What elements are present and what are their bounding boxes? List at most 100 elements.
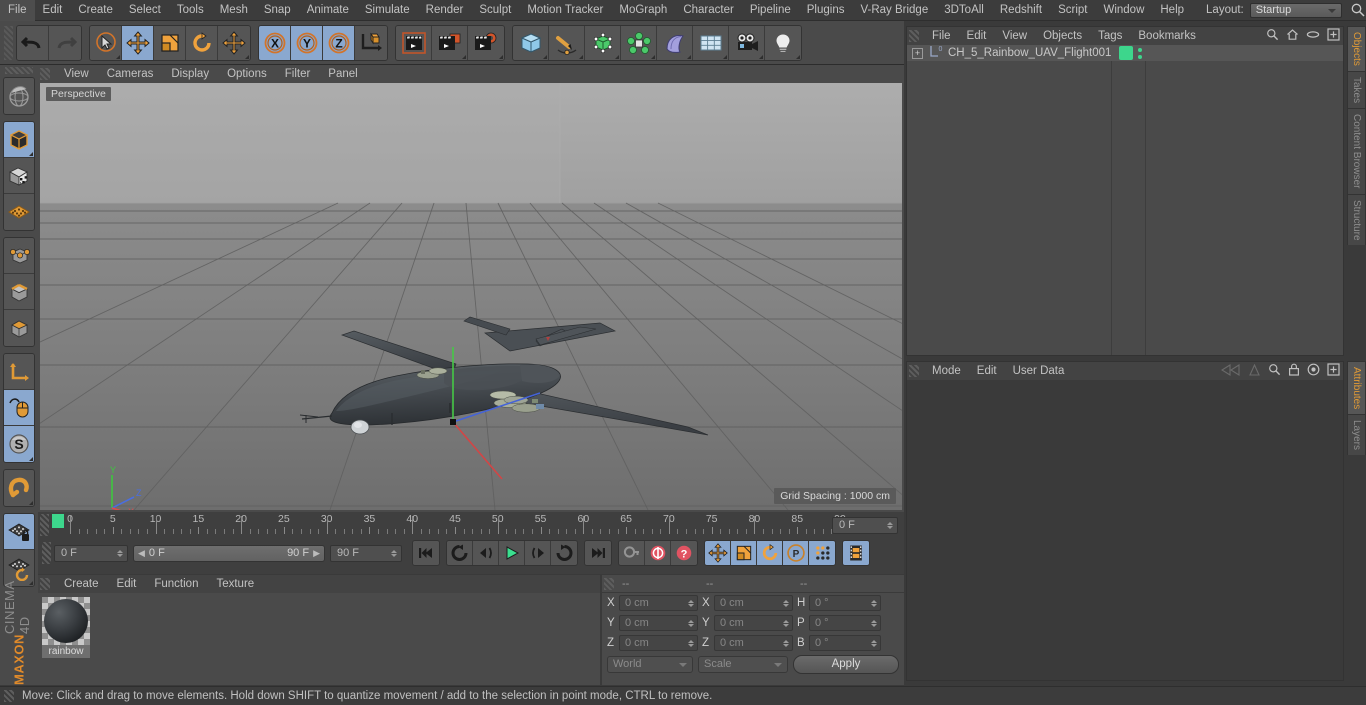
- go-to-next-key-button[interactable]: [551, 541, 577, 565]
- timeline-grip[interactable]: [40, 514, 49, 536]
- position-x-field[interactable]: 0 cm: [619, 595, 698, 611]
- object-manager-menu-item-tags[interactable]: Tags: [1090, 27, 1130, 45]
- side-tab-objects[interactable]: Objects: [1347, 26, 1366, 71]
- enable-axis-modification-button[interactable]: [4, 354, 34, 390]
- material-thumbnail[interactable]: [42, 597, 90, 645]
- step-forward-button[interactable]: [525, 541, 551, 565]
- render-region-button[interactable]: [432, 25, 468, 60]
- object-manager-row[interactable]: + 0 CH_5_Rainbow_UAV_Flight001: [907, 45, 1343, 61]
- menu-item-window[interactable]: Window: [1095, 0, 1152, 21]
- nav-left-icon[interactable]: [1220, 363, 1241, 379]
- viewport-solo-button[interactable]: [4, 390, 34, 426]
- menu-item-simulate[interactable]: Simulate: [357, 0, 418, 21]
- undo-button[interactable]: [17, 25, 49, 60]
- attribute-manager-menu-item-user-data[interactable]: User Data: [1005, 362, 1073, 380]
- go-to-end-button[interactable]: [585, 541, 611, 565]
- stepper-icon[interactable]: [781, 619, 790, 627]
- menu-item-animate[interactable]: Animate: [299, 0, 357, 21]
- record-active-objects-button[interactable]: [645, 541, 671, 565]
- material-menu-item-texture[interactable]: Texture: [207, 575, 263, 593]
- live-selection-tool[interactable]: [90, 25, 122, 60]
- scale-key-button[interactable]: [731, 541, 757, 565]
- tool-options-corner[interactable]: [543, 54, 547, 59]
- viewport-menu-item-view[interactable]: View: [55, 65, 98, 83]
- range-right-arrow-icon[interactable]: ▶: [313, 548, 320, 559]
- object-manager-menu-item-edit[interactable]: Edit: [959, 27, 995, 45]
- target-icon[interactable]: [1307, 363, 1320, 379]
- stepper-icon[interactable]: [781, 639, 790, 647]
- tool-options-corner[interactable]: [759, 54, 763, 59]
- menu-item-mograph[interactable]: MoGraph: [611, 0, 675, 21]
- object-manager-grip[interactable]: [909, 30, 919, 42]
- add-light-button[interactable]: [765, 25, 801, 60]
- stepper-icon[interactable]: [686, 639, 695, 647]
- side-tab-layers[interactable]: Layers: [1347, 414, 1366, 456]
- search-icon[interactable]: [1266, 28, 1279, 44]
- object-tag-badge[interactable]: [1119, 46, 1134, 60]
- tool-options-corner[interactable]: [579, 54, 583, 59]
- stepper-icon[interactable]: [869, 619, 878, 627]
- rotation-key-button[interactable]: [757, 541, 783, 565]
- tool-options-corner[interactable]: [651, 54, 655, 59]
- rotation-p-field[interactable]: 0 °: [809, 615, 881, 631]
- rotation-h-field[interactable]: 0 °: [809, 595, 881, 611]
- render-settings-button[interactable]: [468, 25, 504, 60]
- z-axis-lock[interactable]: Z: [323, 25, 355, 60]
- add-generator-button[interactable]: [585, 25, 621, 60]
- left-toolbar-grip[interactable]: [5, 67, 33, 74]
- tool-options-corner[interactable]: [116, 54, 120, 59]
- redo-button[interactable]: [49, 25, 81, 60]
- tool-options-corner[interactable]: [29, 501, 33, 505]
- stepper-icon[interactable]: [686, 599, 695, 607]
- expand-toggle-icon[interactable]: +: [912, 47, 923, 59]
- menu-item-character[interactable]: Character: [675, 0, 742, 21]
- menu-item-file[interactable]: File: [0, 0, 35, 21]
- size-x-field[interactable]: 0 cm: [714, 595, 793, 611]
- lock-workplane-button[interactable]: [4, 514, 34, 550]
- material-menu-item-function[interactable]: Function: [145, 575, 207, 593]
- interactive-render-region-button[interactable]: [4, 78, 34, 114]
- timeline-controls-grip[interactable]: [42, 542, 51, 564]
- status-bar-grip[interactable]: [4, 690, 14, 702]
- stepper-icon[interactable]: [869, 599, 878, 607]
- tool-options-corner[interactable]: [29, 152, 33, 156]
- timeline-frame-field[interactable]: 0 F: [832, 516, 898, 534]
- size-z-field[interactable]: 0 cm: [714, 635, 793, 651]
- texture-mode-button[interactable]: [4, 158, 34, 194]
- tool-options-corner[interactable]: [499, 54, 503, 59]
- add-layer-icon[interactable]: [1327, 28, 1340, 44]
- object-manager-body[interactable]: + 0 CH_5_Rainbow_UAV_Flight001: [907, 45, 1343, 355]
- object-mode-button[interactable]: [4, 122, 34, 158]
- viewport-3d[interactable]: Perspective Y Z X Grid Spacing: 1000 cm: [40, 83, 902, 510]
- add-icon[interactable]: [1327, 363, 1340, 379]
- tool-options-corner[interactable]: [687, 54, 691, 59]
- side-tab-attributes[interactable]: Attributes: [1347, 361, 1366, 415]
- add-mograph-button[interactable]: [621, 25, 657, 60]
- attribute-manager-menu-item-edit[interactable]: Edit: [969, 362, 1005, 380]
- timeline-view-button[interactable]: [843, 541, 869, 565]
- object-manager-menu-item-bookmarks[interactable]: Bookmarks: [1130, 27, 1204, 45]
- menu-item-snap[interactable]: Snap: [256, 0, 299, 21]
- side-tab-content-browser[interactable]: Content Browser: [1347, 108, 1366, 194]
- menu-item-pipeline[interactable]: Pipeline: [742, 0, 799, 21]
- attribute-manager-body[interactable]: [907, 380, 1343, 680]
- menu-item-script[interactable]: Script: [1050, 0, 1095, 21]
- position-key-button[interactable]: [705, 541, 731, 565]
- menu-item-motion-tracker[interactable]: Motion Tracker: [519, 0, 611, 21]
- tool-options-corner[interactable]: [462, 54, 466, 59]
- search-icon[interactable]: [1350, 2, 1366, 18]
- move-duplicate-tool[interactable]: [218, 25, 250, 60]
- position-y-field[interactable]: 0 cm: [619, 615, 698, 631]
- coordinate-system-dropdown[interactable]: World: [607, 655, 693, 673]
- side-tab-takes[interactable]: Takes: [1347, 70, 1366, 109]
- preview-range-bar[interactable]: ◀ 0 F 90 F ▶: [133, 544, 325, 562]
- material-menu-item-edit[interactable]: Edit: [108, 575, 146, 593]
- range-left-arrow-icon[interactable]: ◀: [138, 548, 145, 559]
- add-deformer-button[interactable]: [657, 25, 693, 60]
- apply-button[interactable]: Apply: [793, 654, 899, 674]
- object-manager-menu-item-file[interactable]: File: [924, 27, 959, 45]
- scale-tool[interactable]: [154, 25, 186, 60]
- tool-options-corner[interactable]: [29, 457, 33, 461]
- add-camera-button[interactable]: [729, 25, 765, 60]
- stepper-icon[interactable]: [686, 619, 695, 627]
